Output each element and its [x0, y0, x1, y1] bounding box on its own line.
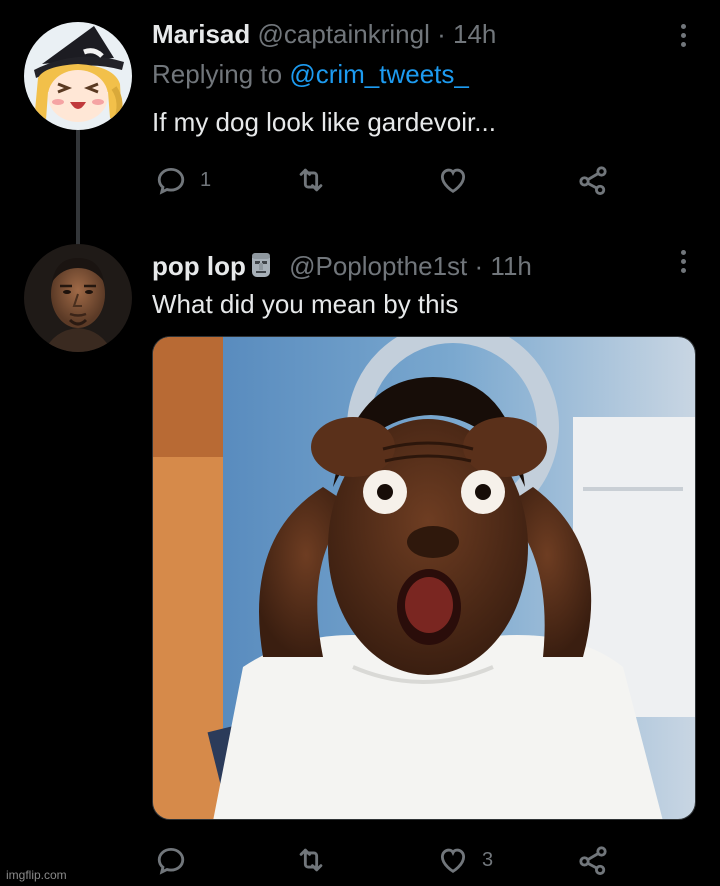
- action-bar: 1: [152, 162, 622, 198]
- user-handle[interactable]: @Poplopthe1st: [289, 251, 467, 281]
- reply-button[interactable]: 1: [154, 162, 211, 198]
- display-name[interactable]: pop lop: [152, 251, 246, 281]
- heart-icon: [440, 848, 466, 873]
- separator-dot: ·: [437, 19, 446, 49]
- tweet-poplop[interactable]: pop lop @Poplopthe1st · 11h What did you…: [0, 236, 720, 886]
- imgflip-watermark: imgflip.com: [6, 868, 67, 882]
- like-button[interactable]: 3: [436, 842, 493, 878]
- tweet-media-image[interactable]: [152, 336, 696, 820]
- replying-to-line: Replying to @crim_tweets_: [152, 58, 469, 90]
- share-button[interactable]: [576, 162, 610, 198]
- avatar-poplop[interactable]: [24, 244, 132, 352]
- avatar-marisad[interactable]: [24, 22, 132, 130]
- tweet-header: pop lop @Poplopthe1st · 11h: [152, 250, 532, 282]
- share-icon: [579, 846, 607, 876]
- retweet-button[interactable]: [294, 842, 340, 878]
- share-icon: [579, 166, 607, 196]
- reply-button[interactable]: [154, 842, 200, 878]
- thread-connector-line: [76, 130, 80, 246]
- more-options-icon[interactable]: [678, 24, 688, 48]
- tweet-marisad[interactable]: Marisad @captainkringl · 14h Replying to…: [0, 0, 720, 246]
- reply-icon: [157, 167, 185, 195]
- display-name[interactable]: Marisad: [152, 19, 250, 49]
- reply-count: 1: [200, 168, 212, 191]
- separator-dot: ·: [474, 251, 484, 281]
- action-bar: 3: [152, 842, 622, 878]
- tweet-text: What did you mean by this: [152, 289, 459, 319]
- reply-icon: [157, 847, 185, 875]
- share-button[interactable]: [576, 842, 610, 878]
- more-options-icon[interactable]: [678, 250, 688, 274]
- retweet-button[interactable]: [294, 162, 340, 198]
- retweet-icon: [299, 168, 323, 192]
- replying-to-mention[interactable]: @crim_tweets_: [289, 59, 469, 89]
- retweet-icon: [299, 848, 323, 872]
- timestamp[interactable]: 11h: [490, 251, 531, 281]
- tweet-text: If my dog look like gardevoir...: [152, 107, 496, 137]
- like-button[interactable]: [436, 162, 482, 198]
- tweet-header: Marisad @captainkringl · 14h: [152, 18, 496, 50]
- heart-icon: [440, 168, 466, 193]
- user-handle[interactable]: @captainkringl: [258, 19, 430, 49]
- timestamp[interactable]: 14h: [453, 19, 496, 49]
- like-count: 3: [482, 848, 494, 871]
- replying-to-label: Replying to: [152, 59, 283, 89]
- moai-emoji-icon: [248, 251, 274, 279]
